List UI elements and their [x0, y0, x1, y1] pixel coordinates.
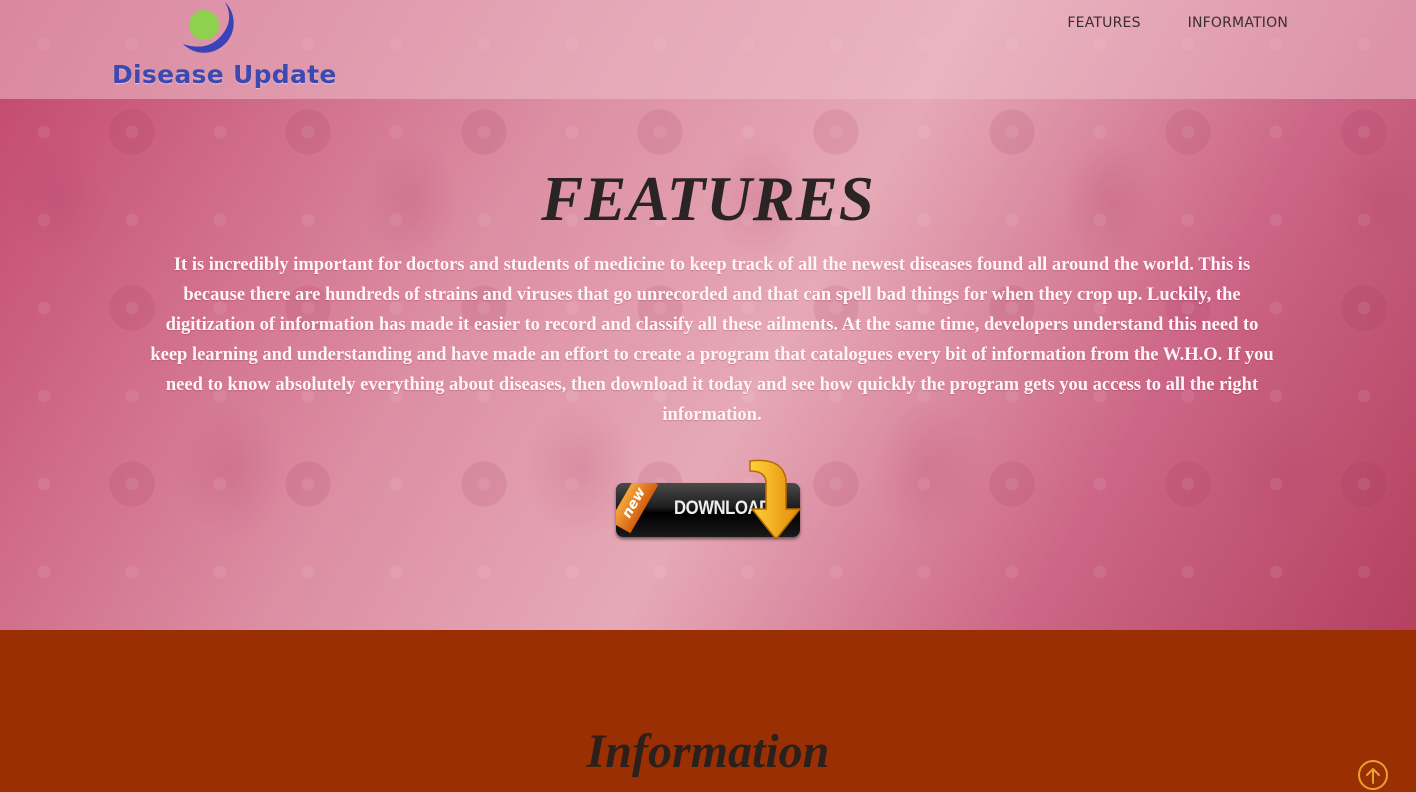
- logo-icon: [183, 2, 234, 53]
- arrow-up-icon: [1366, 768, 1380, 784]
- nav-link-features[interactable]: FEATURES: [1067, 15, 1140, 31]
- nav-link-information[interactable]: INFORMATION: [1188, 15, 1288, 31]
- features-heading: FEATURES: [541, 164, 875, 234]
- site-logo[interactable]: Disease Update: [112, 0, 336, 95]
- scroll-to-top-button[interactable]: [1358, 760, 1388, 790]
- top-navbar: Disease Update FEATURES INFORMATION: [0, 0, 1416, 99]
- features-description: It is incredibly important for doctors a…: [150, 255, 1274, 425]
- download-button[interactable]: new DOWNLOAD: [614, 457, 806, 543]
- main-nav: FEATURES INFORMATION: [1067, 15, 1288, 31]
- new-badge: new: [616, 483, 659, 534]
- download-arrow-icon: [749, 459, 802, 541]
- logo-text: Disease Update: [112, 60, 337, 89]
- information-heading: Information: [586, 725, 830, 778]
